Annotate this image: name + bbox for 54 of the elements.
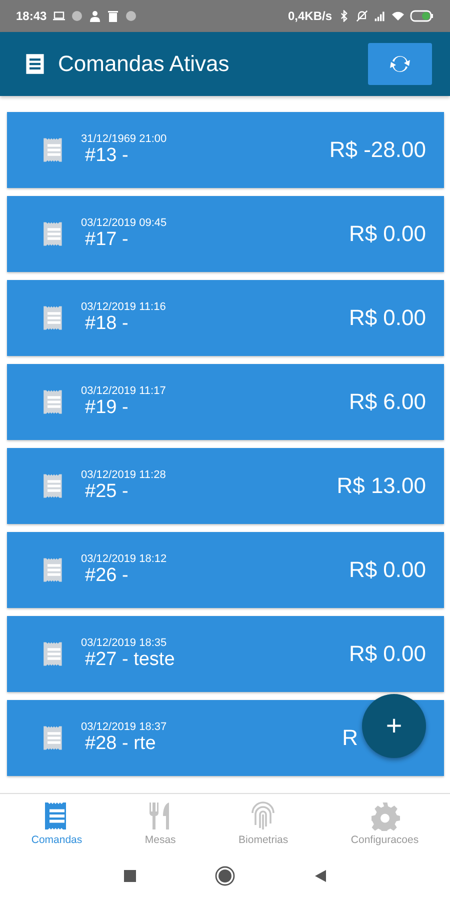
settings-icon (370, 800, 400, 830)
dot-icon (70, 10, 83, 22)
order-title: #18 - (84, 313, 130, 335)
order-date: 03/12/2019 11:17 (81, 385, 167, 397)
laptop-icon (52, 10, 65, 22)
dot-icon (124, 10, 137, 22)
order-amount: R$ 13.00 (336, 473, 426, 499)
order-card[interactable]: 03/12/2019 18:12 #26 - R$ 0.00 (7, 532, 444, 608)
nav-tab[interactable]: Comandas (27, 800, 86, 846)
order-card[interactable]: 03/12/2019 09:45 #17 - R$ 0.00 (7, 196, 444, 272)
order-amount: R$ 0.00 (348, 221, 426, 247)
home-icon[interactable] (215, 866, 235, 886)
back-icon[interactable] (313, 869, 327, 883)
order-card[interactable]: 31/12/1969 21:00 #13 - R$ -28.00 (7, 112, 444, 188)
status-time: 18:43 (16, 9, 47, 23)
nav-tab[interactable]: Biometrias (234, 800, 292, 846)
order-amount: R$ -28.00 (329, 137, 426, 163)
nav-tab[interactable]: Mesas (140, 800, 180, 846)
signal-icon (374, 10, 386, 22)
refresh-button[interactable] (368, 43, 432, 85)
order-card[interactable]: 03/12/2019 11:16 #18 - R$ 0.00 (7, 280, 444, 356)
muted-icon (356, 10, 368, 22)
order-date: 31/12/1969 21:00 (81, 133, 168, 145)
nav-tab[interactable]: Configuracoes (346, 800, 423, 846)
order-amount: R$ 0.00 (348, 305, 426, 331)
order-title: #13 - (84, 145, 130, 167)
order-date: 03/12/2019 11:28 (81, 469, 167, 481)
wifi-icon (392, 10, 404, 22)
battery-icon (410, 10, 434, 22)
order-amount: R$ 0.00 (348, 641, 426, 667)
order-card[interactable]: 03/12/2019 11:28 #25 - R$ 13.00 (7, 448, 444, 524)
order-card[interactable]: 03/12/2019 11:17 #19 - R$ 6.00 (7, 364, 444, 440)
receipt-icon (24, 53, 46, 75)
order-title: #27 - teste (84, 649, 176, 671)
order-title: #26 - (84, 565, 130, 587)
order-title: #25 - (84, 481, 130, 503)
person-icon (88, 10, 101, 22)
network-speed: 0,4KB/s (288, 9, 332, 23)
order-card[interactable]: 03/12/2019 18:35 #27 - teste R$ 0.00 (7, 616, 444, 692)
order-date: 03/12/2019 18:35 (81, 637, 168, 649)
order-date: 03/12/2019 11:16 (81, 301, 167, 313)
recents-icon[interactable] (123, 869, 137, 883)
order-title: #28 - rte (84, 733, 157, 755)
order-title: #17 - (84, 229, 130, 251)
order-amount: R$ 6.00 (348, 389, 426, 415)
order-amount: R$ 0.00 (348, 557, 426, 583)
order-amount: R (342, 725, 358, 751)
order-title: #19 - (84, 397, 130, 419)
order-date: 03/12/2019 09:45 (81, 217, 168, 229)
order-date: 03/12/2019 18:37 (81, 721, 168, 733)
bluetooth-icon (338, 10, 350, 22)
trash-icon (106, 10, 119, 22)
screen-title: Comandas Ativas (58, 51, 230, 77)
order-date: 03/12/2019 18:12 (81, 553, 168, 565)
